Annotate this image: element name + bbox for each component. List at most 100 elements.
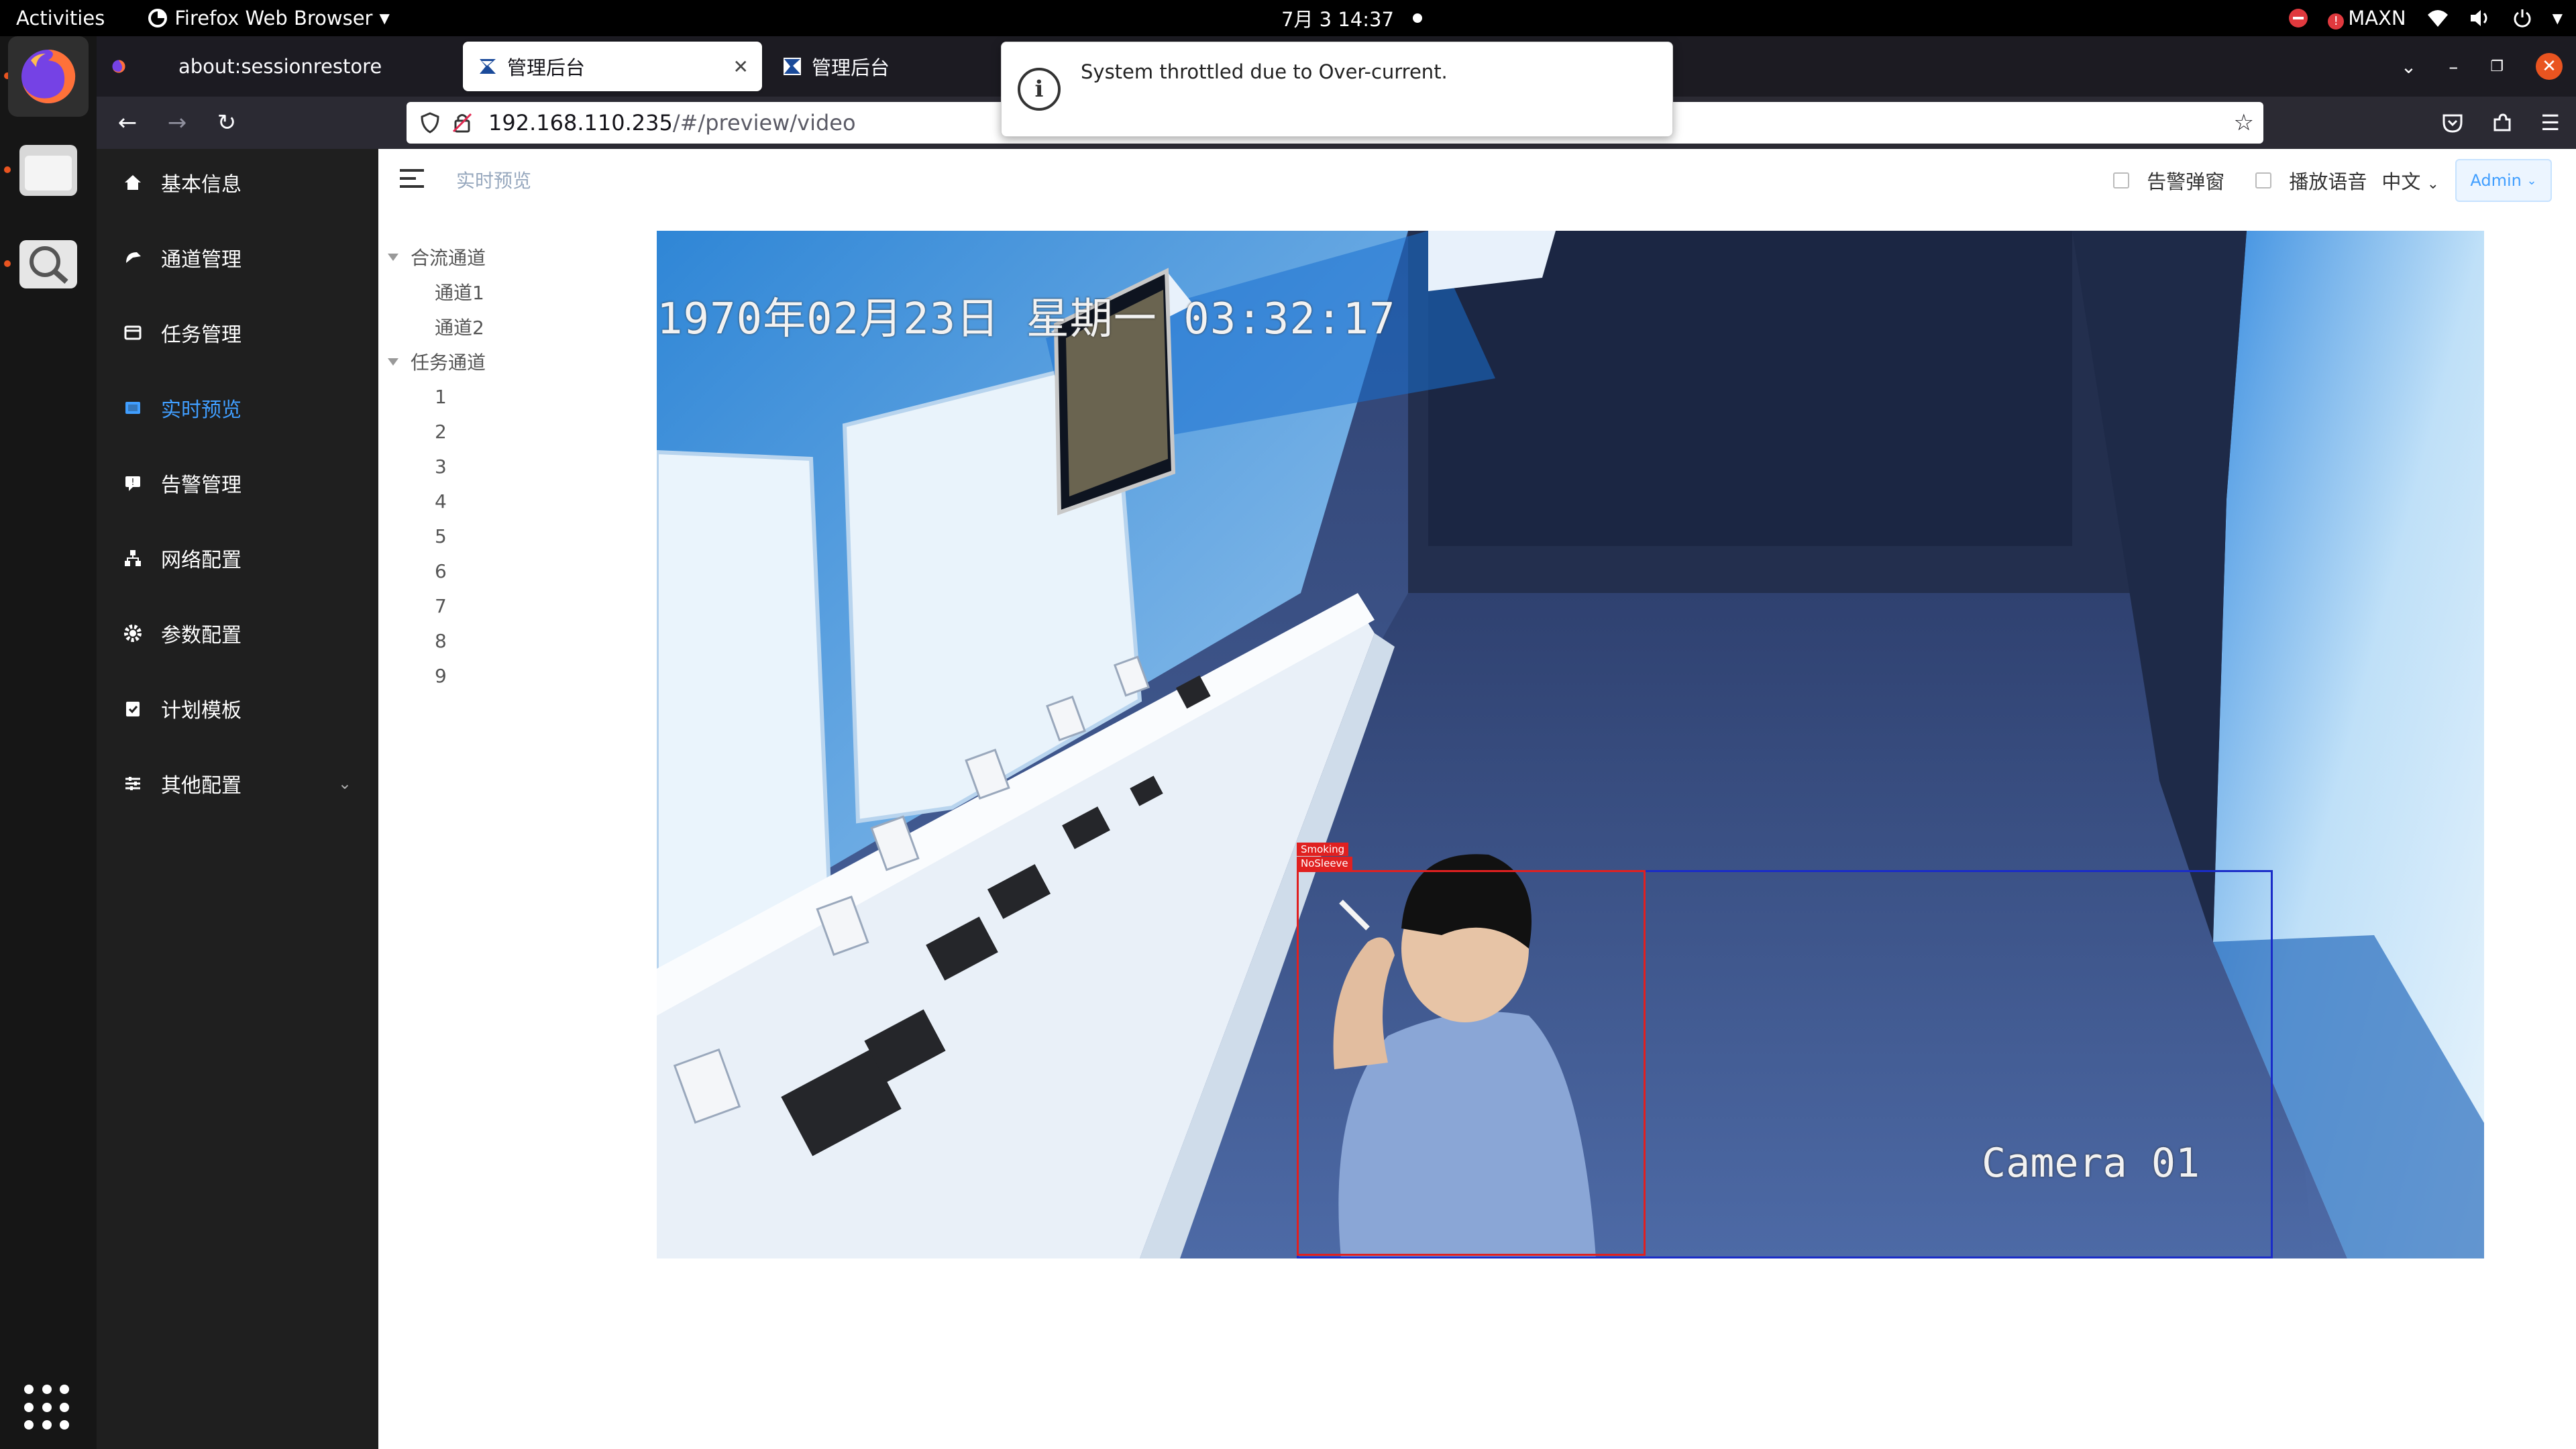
tree-node-label: 2 bbox=[435, 420, 447, 443]
sidebar-item-label: 网络配置 bbox=[161, 549, 241, 572]
sidebar-item-network-config[interactable]: 网络配置 bbox=[97, 525, 378, 592]
do-not-disturb-icon[interactable] bbox=[2289, 9, 2308, 28]
tree-node-label: 7 bbox=[435, 594, 447, 617]
clock-text: 7月 3 14:37 bbox=[1281, 8, 1394, 31]
alarm-icon: ! bbox=[121, 471, 145, 495]
folder-icon bbox=[19, 145, 77, 196]
sidebar-item-basic-info[interactable]: 基本信息 bbox=[97, 149, 378, 216]
caret-down-icon[interactable] bbox=[388, 358, 398, 366]
restore-icon[interactable]: ❐ bbox=[2490, 58, 2504, 75]
dock-screenshot-search[interactable] bbox=[8, 224, 89, 305]
back-button[interactable]: ← bbox=[109, 104, 146, 142]
sidebar-item-task-management[interactable]: 任务管理 bbox=[97, 299, 378, 366]
sidebar-item-label: 参数配置 bbox=[161, 624, 241, 647]
list-all-tabs-icon[interactable]: ⌄ bbox=[2401, 56, 2416, 78]
gear-icon bbox=[121, 621, 145, 645]
tree-node-merged-2[interactable]: 通道2 bbox=[435, 310, 484, 343]
language-value: 中文 bbox=[2381, 170, 2421, 193]
tab-admin-active[interactable]: 管理后台 ✕ bbox=[463, 42, 762, 91]
power-icon[interactable] bbox=[2512, 8, 2532, 28]
tab-label: 管理后台 bbox=[812, 56, 890, 79]
detection-label-smoking: Smoking bbox=[1297, 843, 1349, 856]
tree-node-label: 9 bbox=[435, 664, 447, 687]
shield-icon[interactable] bbox=[419, 111, 441, 134]
volume-icon[interactable] bbox=[2469, 8, 2492, 28]
channel-icon bbox=[121, 246, 145, 270]
user-menu-button[interactable]: Admin ⌄ bbox=[2455, 159, 2552, 202]
chevron-down-icon: ⌄ bbox=[2426, 176, 2439, 193]
power-mode-indicator[interactable]: ! MAXN bbox=[2328, 7, 2406, 30]
info-icon: i bbox=[1018, 68, 1061, 111]
sidebar-item-label: 实时预览 bbox=[161, 398, 241, 422]
tree-node-task-7[interactable]: 7 bbox=[435, 589, 447, 623]
main-header: 实时预览 告警弹窗 播放语音 中文 ⌄ Admin ⌄ bbox=[378, 149, 2576, 213]
tree-node-task-5[interactable]: 5 bbox=[435, 519, 447, 553]
reload-button[interactable]: ↻ bbox=[208, 104, 246, 142]
tree-node-task-3[interactable]: 3 bbox=[435, 449, 447, 483]
tree-node-task-2[interactable]: 2 bbox=[435, 415, 447, 448]
dock bbox=[0, 36, 97, 1449]
tab-label: 管理后台 bbox=[507, 56, 586, 79]
app-menu[interactable]: Firefox Web Browser ▼ bbox=[148, 7, 390, 30]
alarm-popup-label[interactable]: 告警弹窗 bbox=[2147, 166, 2224, 195]
play-voice-checkbox[interactable] bbox=[2255, 172, 2272, 189]
tree-group-task[interactable]: 任务通道 bbox=[388, 345, 486, 378]
tree-node-task-9[interactable]: 9 bbox=[435, 659, 447, 692]
tree-node-label: 4 bbox=[435, 490, 447, 513]
close-icon[interactable]: ✕ bbox=[733, 56, 749, 78]
menu-icon[interactable]: ☰ bbox=[2540, 110, 2560, 136]
power-mode-label: MAXN bbox=[2348, 7, 2406, 30]
tree-node-task-8[interactable]: 8 bbox=[435, 624, 447, 657]
notification-dot-icon bbox=[1412, 13, 1422, 23]
alarm-popup-checkbox[interactable] bbox=[2113, 172, 2130, 189]
tree-node-merged-1[interactable]: 通道1 bbox=[435, 275, 484, 309]
task-icon bbox=[121, 321, 145, 345]
chevron-down-icon: ▼ bbox=[379, 10, 390, 26]
tab-firefox-view[interactable] bbox=[97, 42, 150, 91]
pocket-icon[interactable] bbox=[2441, 111, 2464, 134]
sidebar-item-plan-template[interactable]: 计划模板 bbox=[97, 675, 378, 742]
sidebar-item-alarm-management[interactable]: ! 告警管理 bbox=[97, 449, 378, 517]
breadcrumb[interactable]: 实时预览 bbox=[456, 166, 531, 193]
forward-button[interactable]: → bbox=[158, 104, 196, 142]
caret-down-icon[interactable] bbox=[388, 253, 398, 261]
tree-node-task-6[interactable]: 6 bbox=[435, 554, 447, 588]
sidebar-item-other-config[interactable]: 其他配置 ⌄ bbox=[97, 750, 378, 817]
system-notification[interactable]: i System throttled due to Over-current. bbox=[1001, 42, 1673, 137]
show-apps-grid-icon[interactable] bbox=[24, 1385, 71, 1432]
tab-admin[interactable]: 管理后台 bbox=[767, 42, 1036, 91]
wifi-icon[interactable] bbox=[2426, 8, 2449, 28]
tree-node-task-4[interactable]: 4 bbox=[435, 484, 447, 518]
app-sidebar: 基本信息 通道管理 任务管理 实时预览 ! 告警管理 网络配置 参数配置 计划模… bbox=[97, 149, 378, 1449]
extensions-icon[interactable] bbox=[2491, 111, 2514, 134]
insecure-lock-icon[interactable] bbox=[451, 111, 474, 134]
play-voice-label[interactable]: 播放语音 bbox=[2289, 166, 2367, 195]
activities-button[interactable]: Activities bbox=[0, 7, 121, 30]
sidebar-item-label: 其他配置 bbox=[161, 774, 241, 798]
window-close-button[interactable]: ✕ bbox=[2536, 53, 2563, 80]
dock-firefox[interactable] bbox=[8, 36, 89, 117]
window-controls: ⌄ – ❐ ✕ bbox=[2401, 44, 2563, 89]
tree-group-merged[interactable]: 合流通道 bbox=[388, 240, 486, 274]
dock-files[interactable] bbox=[8, 130, 89, 211]
system-tray[interactable]: ! MAXN ▼ bbox=[2289, 0, 2563, 36]
sidebar-item-parameter-config[interactable]: 参数配置 bbox=[97, 600, 378, 667]
tree-node-label: 3 bbox=[435, 455, 447, 478]
sidebar-item-channel-management[interactable]: 通道管理 bbox=[97, 224, 378, 291]
chevron-down-icon[interactable]: ▼ bbox=[2553, 10, 2563, 26]
tree-node-label: 5 bbox=[435, 525, 447, 547]
live-video-player[interactable]: 1970年02月23日 星期一 03:32:17 Camera 01 Smoki… bbox=[657, 231, 2484, 1258]
sidebar-item-label: 基本信息 bbox=[161, 173, 241, 197]
chevron-down-icon[interactable]: ⌄ bbox=[338, 774, 352, 793]
sidebar-item-live-preview[interactable]: 实时预览 bbox=[97, 374, 378, 441]
firefox-small-icon bbox=[148, 9, 168, 28]
collapse-menu-icon[interactable] bbox=[400, 169, 424, 191]
bookmark-star-icon[interactable]: ☆ bbox=[2234, 109, 2254, 136]
sidebar-item-label: 通道管理 bbox=[161, 248, 241, 272]
svg-text:!: ! bbox=[131, 478, 134, 488]
minimize-icon[interactable]: – bbox=[2449, 56, 2458, 78]
tree-node-task-1[interactable]: 1 bbox=[435, 380, 447, 413]
clock[interactable]: 7月 3 14:37 bbox=[1281, 0, 1422, 36]
language-select[interactable]: 中文 ⌄ bbox=[2381, 166, 2439, 195]
user-name: Admin bbox=[2470, 171, 2522, 190]
